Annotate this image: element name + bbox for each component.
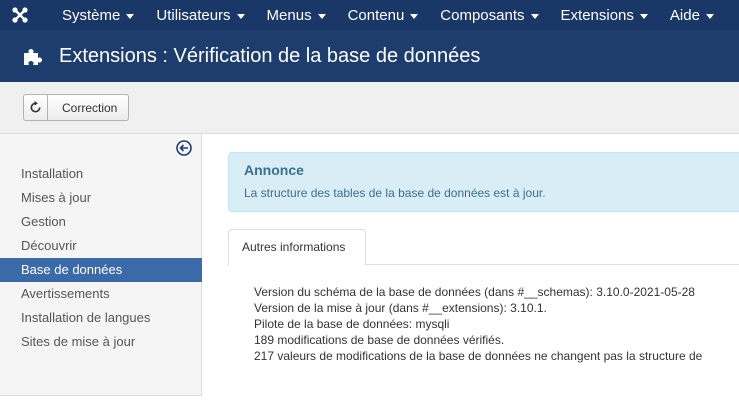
menu-contenu[interactable]: Contenu [336, 0, 429, 30]
page-header: Extensions : Vérification de la base de … [0, 30, 739, 82]
refresh-icon [24, 95, 48, 120]
menu-label: Composants [440, 6, 525, 24]
puzzle-piece-icon [24, 49, 42, 65]
info-list: Version du schéma de la base de données … [254, 284, 739, 364]
list-item: Version de la mise à jour (dans #__exten… [254, 300, 739, 316]
sidebar-menu: Installation Mises à jour Gestion Découv… [0, 162, 202, 354]
alert-text: La structure des tables de la base de do… [244, 186, 546, 200]
page-title: Extensions : Vérification de la base de … [59, 44, 481, 67]
sidebar-item-installation-de-langues[interactable]: Installation de langues [0, 306, 202, 330]
top-navbar: Système Utilisateurs Menus Contenu Compo… [0, 0, 739, 30]
tab-bar: Autres informations [228, 229, 739, 266]
menu-aide[interactable]: Aide [658, 0, 724, 30]
sidebar-item-decouvrir[interactable]: Découvrir [0, 234, 202, 258]
correction-label: Correction [62, 100, 118, 115]
list-item: 189 modifications de base de données vér… [254, 332, 739, 348]
menu-label: Système [62, 6, 121, 24]
main-menu: Système Utilisateurs Menus Contenu Compo… [40, 0, 724, 30]
menu-label: Extensions [560, 6, 634, 24]
sidebar-item-installation[interactable]: Installation [0, 162, 202, 186]
menu-label: Utilisateurs [156, 6, 231, 24]
menu-label: Contenu [347, 6, 405, 24]
list-item: Pilote de la base de données: mysqli [254, 316, 739, 332]
chevron-down-icon [530, 13, 539, 19]
toolbar: Correction [0, 82, 739, 134]
menu-composants[interactable]: Composants [428, 0, 548, 30]
chevron-down-icon [410, 13, 419, 19]
menu-label: Menus [266, 6, 312, 24]
joomla-logo-icon[interactable] [0, 0, 40, 30]
sidebar-item-sites-de-mise-a-jour[interactable]: Sites de mise à jour [0, 330, 202, 354]
sidebar-item-avertissements[interactable]: Avertissements [0, 282, 202, 306]
chevron-down-icon [236, 13, 245, 19]
menu-systeme[interactable]: Système [40, 0, 144, 30]
list-item: 217 valeurs de modifications de la base … [254, 348, 739, 364]
info-alert: Annonce La structure des tables de la ba… [228, 152, 739, 212]
menu-utilisateurs[interactable]: Utilisateurs [144, 0, 254, 30]
sidebar-item-base-de-donnees[interactable]: Base de données [0, 258, 202, 282]
alert-title: Annonce [244, 162, 304, 178]
sidebar: Installation Mises à jour Gestion Découv… [0, 134, 202, 396]
correction-button[interactable]: Correction [23, 94, 129, 121]
sidebar-item-gestion[interactable]: Gestion [0, 210, 202, 234]
collapse-arrow-icon[interactable] [176, 140, 192, 156]
chevron-down-icon [639, 13, 648, 19]
list-item: Version du schéma de la base de données … [254, 284, 739, 300]
tab-autres-informations[interactable]: Autres informations [228, 229, 366, 266]
chevron-down-icon [705, 13, 714, 19]
menu-extensions[interactable]: Extensions [549, 0, 658, 30]
sidebar-item-mises-a-jour[interactable]: Mises à jour [0, 186, 202, 210]
chevron-down-icon [317, 13, 326, 19]
menu-label: Aide [669, 6, 700, 24]
chevron-down-icon [126, 13, 135, 19]
menu-menus[interactable]: Menus [255, 0, 336, 30]
